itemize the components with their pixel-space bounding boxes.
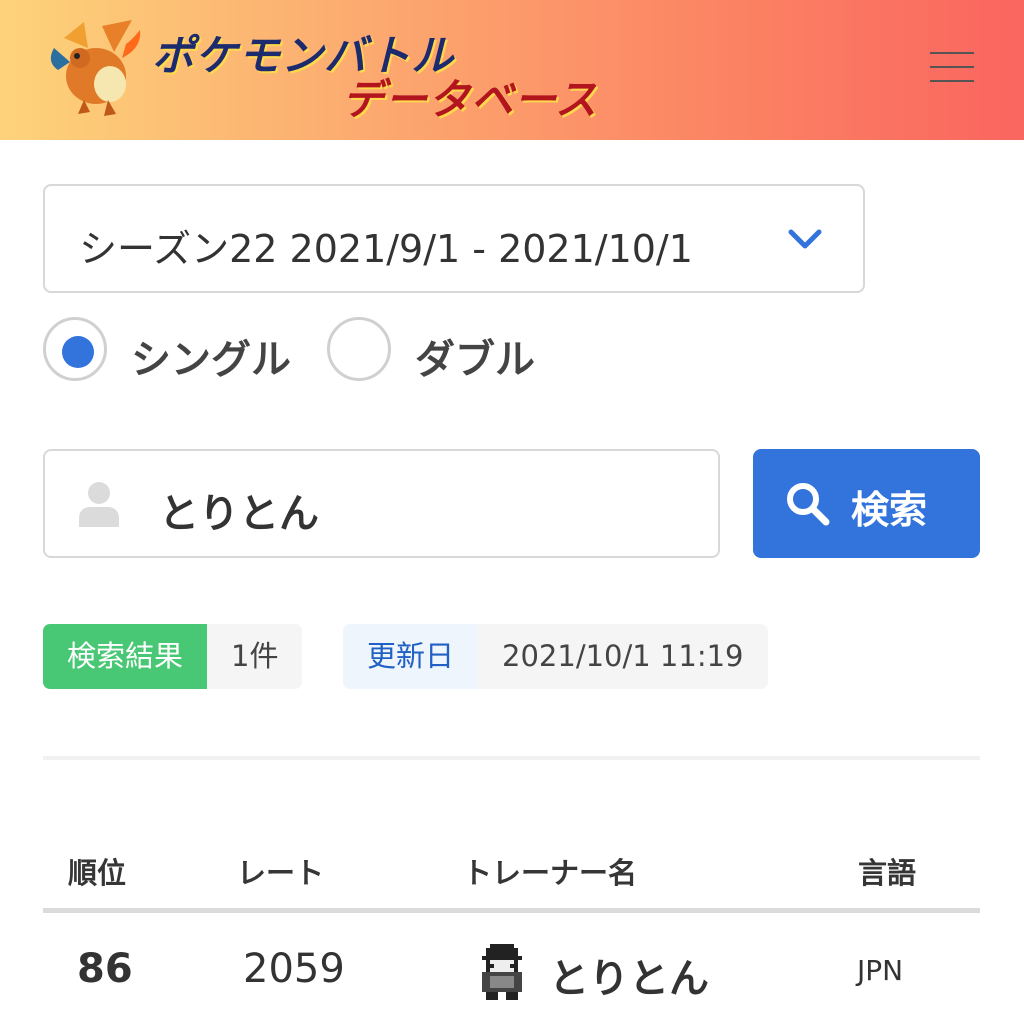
row-language: JPN (857, 954, 904, 987)
search-button-label: 検索 (851, 488, 928, 532)
table-header-border (43, 908, 980, 913)
radio-single[interactable]: シングル (43, 317, 303, 383)
trainer-pixel-avatar-icon (478, 944, 526, 1000)
season-select[interactable]: シーズン22 2021/9/1 - 2021/10/1 (43, 184, 865, 293)
chevron-down-icon (785, 224, 825, 254)
column-header-rank[interactable]: 順位 (68, 850, 126, 892)
radio-double[interactable]: ダブル (327, 317, 567, 383)
column-header-language[interactable]: 言語 (858, 850, 916, 892)
season-select-value: シーズン22 2021/9/1 - 2021/10/1 (79, 227, 693, 271)
row-trainer-name[interactable]: とりとん (549, 946, 709, 1004)
radio-single-label: シングル (131, 337, 291, 383)
search-button[interactable]: 検索 (753, 449, 980, 558)
column-header-rate[interactable]: レート (237, 850, 324, 892)
radio-selected-dot (62, 336, 94, 368)
user-icon (79, 481, 119, 527)
updated-label-tag: 更新日 (343, 624, 479, 689)
updated-value-tag: 2021/10/1 11:19 (478, 624, 768, 689)
column-header-trainer[interactable]: トレーナー名 (463, 850, 637, 892)
radio-double-label: ダブル (415, 337, 535, 383)
format-radio-group: シングル ダブル (43, 317, 743, 383)
trainer-search-input[interactable]: とりとん (43, 449, 720, 558)
updated-date-tags: 更新日 2021/10/1 11:19 (343, 624, 768, 689)
row-rank: 86 (77, 946, 133, 992)
radio-double-circle[interactable] (327, 317, 391, 381)
site-header: ポケモンバトル データベース (0, 0, 1024, 140)
search-input-value[interactable]: とりとん (159, 481, 319, 539)
section-divider (43, 756, 980, 760)
row-rate: 2059 (243, 946, 345, 992)
result-count-tag: 1件 (207, 624, 303, 689)
result-label-tag: 検索結果 (43, 624, 208, 689)
radio-single-circle[interactable] (43, 317, 107, 381)
logo-title-line2[interactable]: データベース (342, 66, 598, 127)
hamburger-menu-icon[interactable] (930, 50, 976, 84)
search-icon (785, 481, 831, 527)
charizard-mascot-icon[interactable] (44, 18, 148, 118)
result-count-tags: 検索結果 1件 (43, 624, 303, 689)
